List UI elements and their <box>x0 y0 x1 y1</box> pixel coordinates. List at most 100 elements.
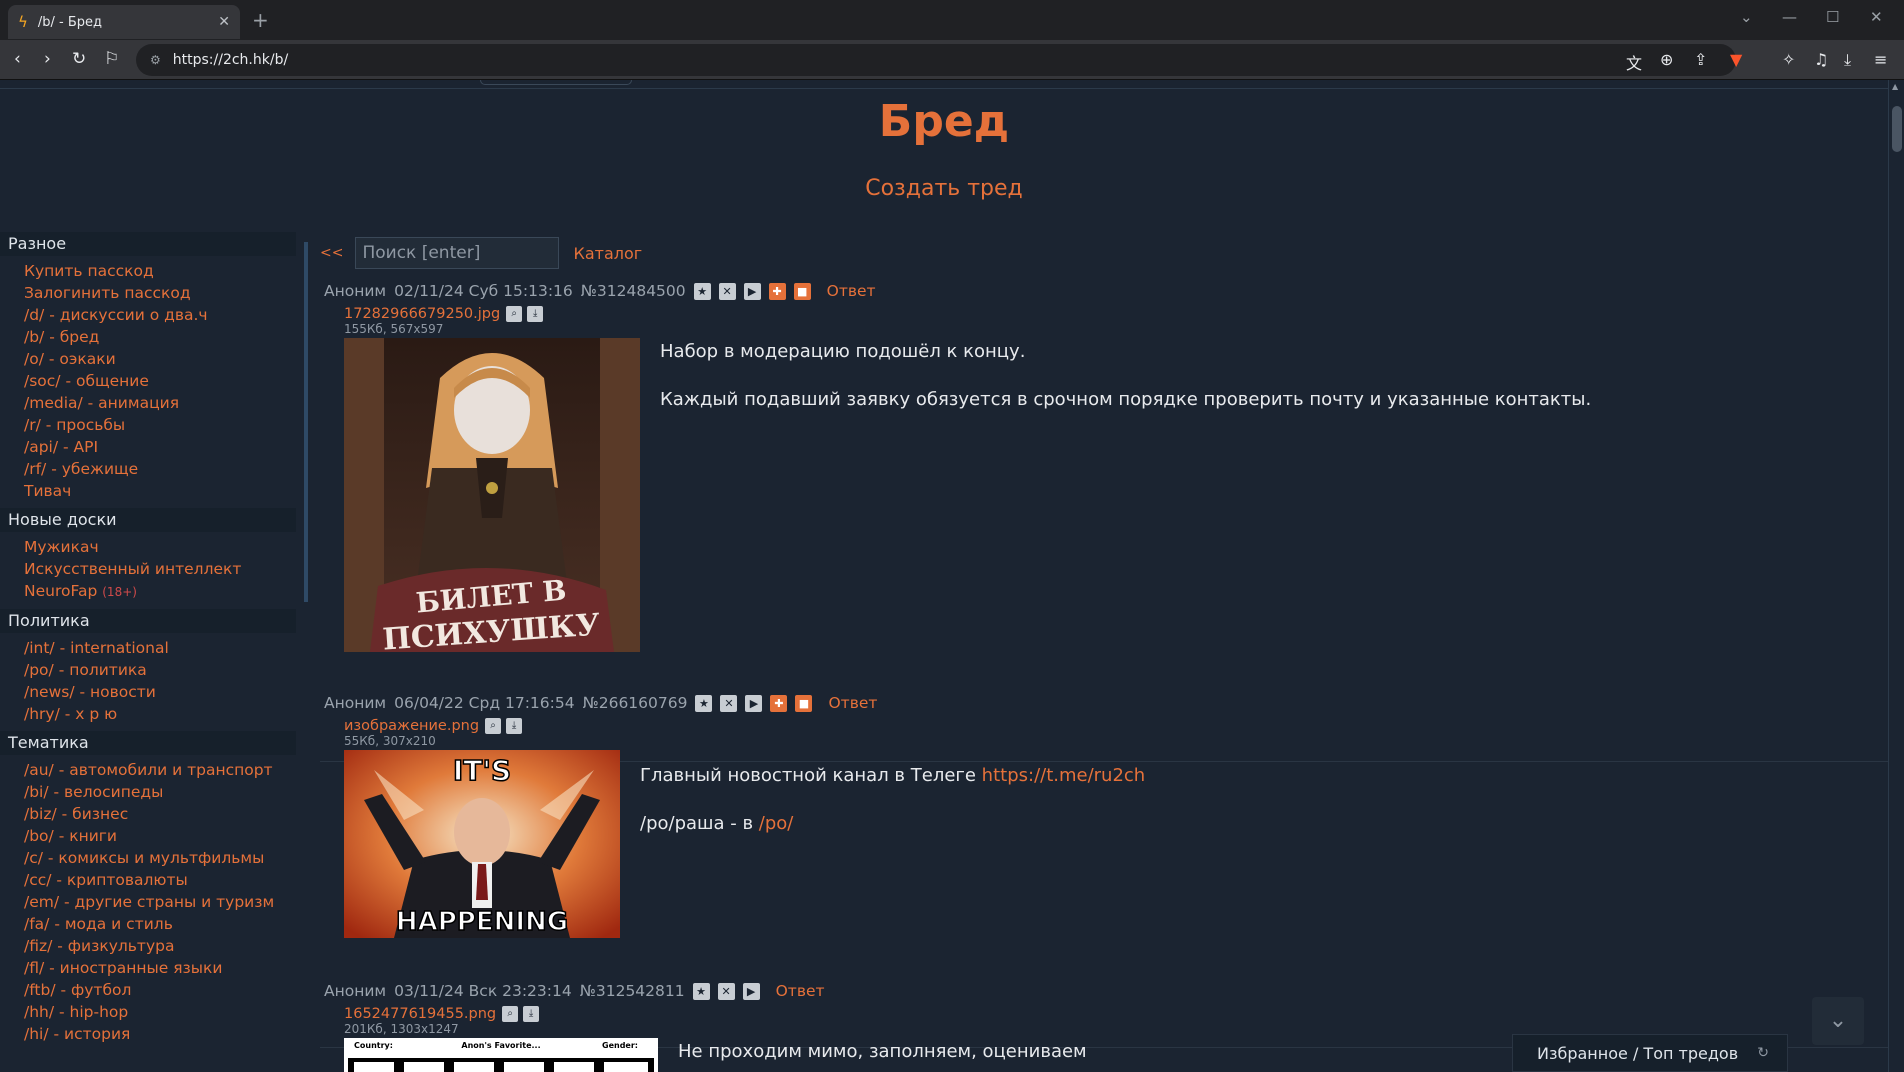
play-icon[interactable]: ▶ <box>743 282 761 300</box>
zoom-icon[interactable]: ⊕ <box>1660 50 1673 69</box>
sidebar-item[interactable]: /bi/ - велосипеды <box>0 781 312 803</box>
download-icon[interactable]: ⤓ <box>527 306 544 322</box>
reload-icon[interactable]: ↻ <box>72 49 86 69</box>
sidebar-item-neurofap[interactable]: NeuroFap (18+) <box>0 580 312 603</box>
hide-icon[interactable]: ✕ <box>720 694 738 712</box>
sidebar-item[interactable]: /au/ - автомобили и транспорт <box>0 759 312 781</box>
post-number[interactable]: №312484500 <box>581 282 686 300</box>
sidebar-item[interactable]: /c/ - комиксы и мультфильмы <box>0 847 312 869</box>
lock-icon[interactable]: ■ <box>795 694 813 712</box>
browser-tab[interactable]: ϟ /b/ - Бред ✕ <box>8 5 240 39</box>
tab-close-icon[interactable]: ✕ <box>218 14 230 30</box>
translate-icon[interactable]: 文 <box>1626 50 1642 74</box>
tab-list-chevron-icon[interactable]: ⌄ <box>1740 8 1753 26</box>
sidebar-item[interactable]: /soc/ - общение <box>0 370 312 392</box>
reply-link[interactable]: Ответ <box>827 282 876 300</box>
board-link[interactable]: /po/ <box>759 813 794 834</box>
play-icon[interactable]: ▶ <box>742 982 760 1000</box>
sidebar-group-title[interactable]: Новые доски <box>0 508 296 532</box>
image-search-icon[interactable]: ⌕ <box>502 1006 519 1022</box>
maximize-icon[interactable]: ☐ <box>1826 8 1839 26</box>
scroll-thumb[interactable] <box>1892 106 1902 152</box>
file-link[interactable]: 1652477619455.png <box>344 1006 496 1022</box>
sidebar-item[interactable]: /hh/ - hip-hop <box>0 1001 312 1023</box>
telegram-link[interactable]: https://t.me/ru2ch <box>982 765 1146 786</box>
search-input[interactable] <box>355 237 560 269</box>
sidebar-item[interactable]: /rf/ - убежище <box>0 458 312 480</box>
sidebar-item[interactable]: /em/ - другие страны и туризм <box>0 891 312 913</box>
create-thread-link[interactable]: Создать тред <box>0 176 1888 201</box>
favorites-top-threads-panel[interactable]: Избранное / Топ тредов ↻ <box>1512 1034 1788 1072</box>
media-icon[interactable]: ♫ <box>1814 50 1828 69</box>
menu-icon[interactable]: ≡ <box>1874 50 1887 69</box>
sidebar-item[interactable]: /media/ - анимация <box>0 392 312 414</box>
download-icon[interactable]: ⤓ <box>523 1006 540 1022</box>
share-icon[interactable]: ⇪ <box>1694 50 1707 69</box>
file-link[interactable]: изображение.png <box>344 718 479 734</box>
sidebar-item[interactable]: /fiz/ - физкультура <box>0 935 312 957</box>
address-bar[interactable]: ⚙ https://2ch.hk/b/ <box>136 44 1736 76</box>
sidebar-item[interactable]: Залогинить пасскод <box>0 282 312 304</box>
refresh-icon[interactable]: ↻ <box>1757 1045 1769 1061</box>
image-search-icon[interactable]: ⌕ <box>485 718 502 734</box>
sidebar-group-title[interactable]: Тематика <box>0 731 296 755</box>
hide-icon[interactable]: ✕ <box>718 282 736 300</box>
top-pull-tab[interactable] <box>480 80 632 85</box>
catalog-link[interactable]: Каталог <box>573 244 642 263</box>
file-link[interactable]: 17282966679250.jpg <box>344 306 500 322</box>
bookmark-icon[interactable]: ⚐ <box>104 49 119 69</box>
back-icon[interactable]: ‹ <box>14 49 21 69</box>
post-number[interactable]: №312542811 <box>580 982 685 1000</box>
sidebar-item[interactable]: Мужикач <box>0 536 312 558</box>
post-number[interactable]: №266160769 <box>583 694 688 712</box>
back-link[interactable]: << <box>320 245 343 261</box>
sidebar-item[interactable]: /news/ - новости <box>0 681 312 703</box>
sidebar-item[interactable]: /po/ - политика <box>0 659 312 681</box>
forward-icon[interactable]: › <box>44 49 51 69</box>
sidebar-item[interactable]: /r/ - просьбы <box>0 414 312 436</box>
scroll-down-button[interactable]: ⌄ <box>1812 997 1864 1045</box>
window-close-icon[interactable]: ✕ <box>1870 8 1883 26</box>
sidebar-item[interactable]: /fl/ - иностранные языки <box>0 957 312 979</box>
sidebar-group-title[interactable]: Политика <box>0 609 296 633</box>
sidebar-item[interactable]: /int/ - international <box>0 637 312 659</box>
downloads-icon[interactable]: ⤓ <box>1844 50 1851 70</box>
pin-icon[interactable]: ✚ <box>770 694 788 712</box>
extensions-icon[interactable]: ✧ <box>1782 50 1795 69</box>
sidebar-item[interactable]: /b/ - бред <box>0 326 312 348</box>
sidebar-item[interactable]: /biz/ - бизнес <box>0 803 312 825</box>
sidebar-item[interactable]: Тивач <box>0 480 312 502</box>
reply-link[interactable]: Ответ <box>776 982 825 1000</box>
sidebar-item[interactable]: /bo/ - книги <box>0 825 312 847</box>
site-info-icon[interactable]: ⚙ <box>150 53 161 67</box>
hide-icon[interactable]: ✕ <box>717 982 735 1000</box>
post-thumbnail[interactable]: IT'S HAPPENING <box>344 750 620 938</box>
sidebar-item[interactable]: Искусственный интеллект <box>0 558 312 580</box>
scroll-up-icon[interactable]: ▲ <box>1892 82 1898 91</box>
sidebar-item[interactable]: /ftb/ - футбол <box>0 979 312 1001</box>
play-icon[interactable]: ▶ <box>745 694 763 712</box>
minimize-icon[interactable]: — <box>1782 8 1797 26</box>
pin-icon[interactable]: ✚ <box>768 282 786 300</box>
favorite-icon[interactable]: ★ <box>695 694 713 712</box>
lock-icon[interactable]: ■ <box>793 282 811 300</box>
sidebar-item[interactable]: /d/ - дискуссии о два.ч <box>0 304 312 326</box>
sidebar-item[interactable]: /o/ - оэкаки <box>0 348 312 370</box>
sidebar-item[interactable]: /cc/ - криптовалюты <box>0 869 312 891</box>
sidebar-item[interactable]: Купить пасскод <box>0 260 312 282</box>
favorite-icon[interactable]: ★ <box>693 282 711 300</box>
post-thumbnail[interactable]: Country: Anon's Favorite... Gender: <box>344 1038 658 1072</box>
sidebar-item[interactable]: /api/ - API <box>0 436 312 458</box>
sidebar-group-title[interactable]: Разное <box>0 232 296 256</box>
sidebar-scroll-rail[interactable] <box>304 242 308 602</box>
reply-link[interactable]: Ответ <box>828 694 877 712</box>
sidebar-item[interactable]: /fa/ - мода и стиль <box>0 913 312 935</box>
new-tab-icon[interactable]: + <box>252 8 269 32</box>
brave-shields-icon[interactable]: ▼ <box>1730 50 1742 69</box>
sidebar-item[interactable]: /hry/ - х р ю <box>0 703 312 725</box>
page-scrollbar[interactable]: ▲ <box>1888 80 1904 1072</box>
download-icon[interactable]: ⤓ <box>506 718 523 734</box>
image-search-icon[interactable]: ⌕ <box>506 306 523 322</box>
favorite-icon[interactable]: ★ <box>692 982 710 1000</box>
sidebar-item[interactable]: /hi/ - история <box>0 1023 312 1045</box>
